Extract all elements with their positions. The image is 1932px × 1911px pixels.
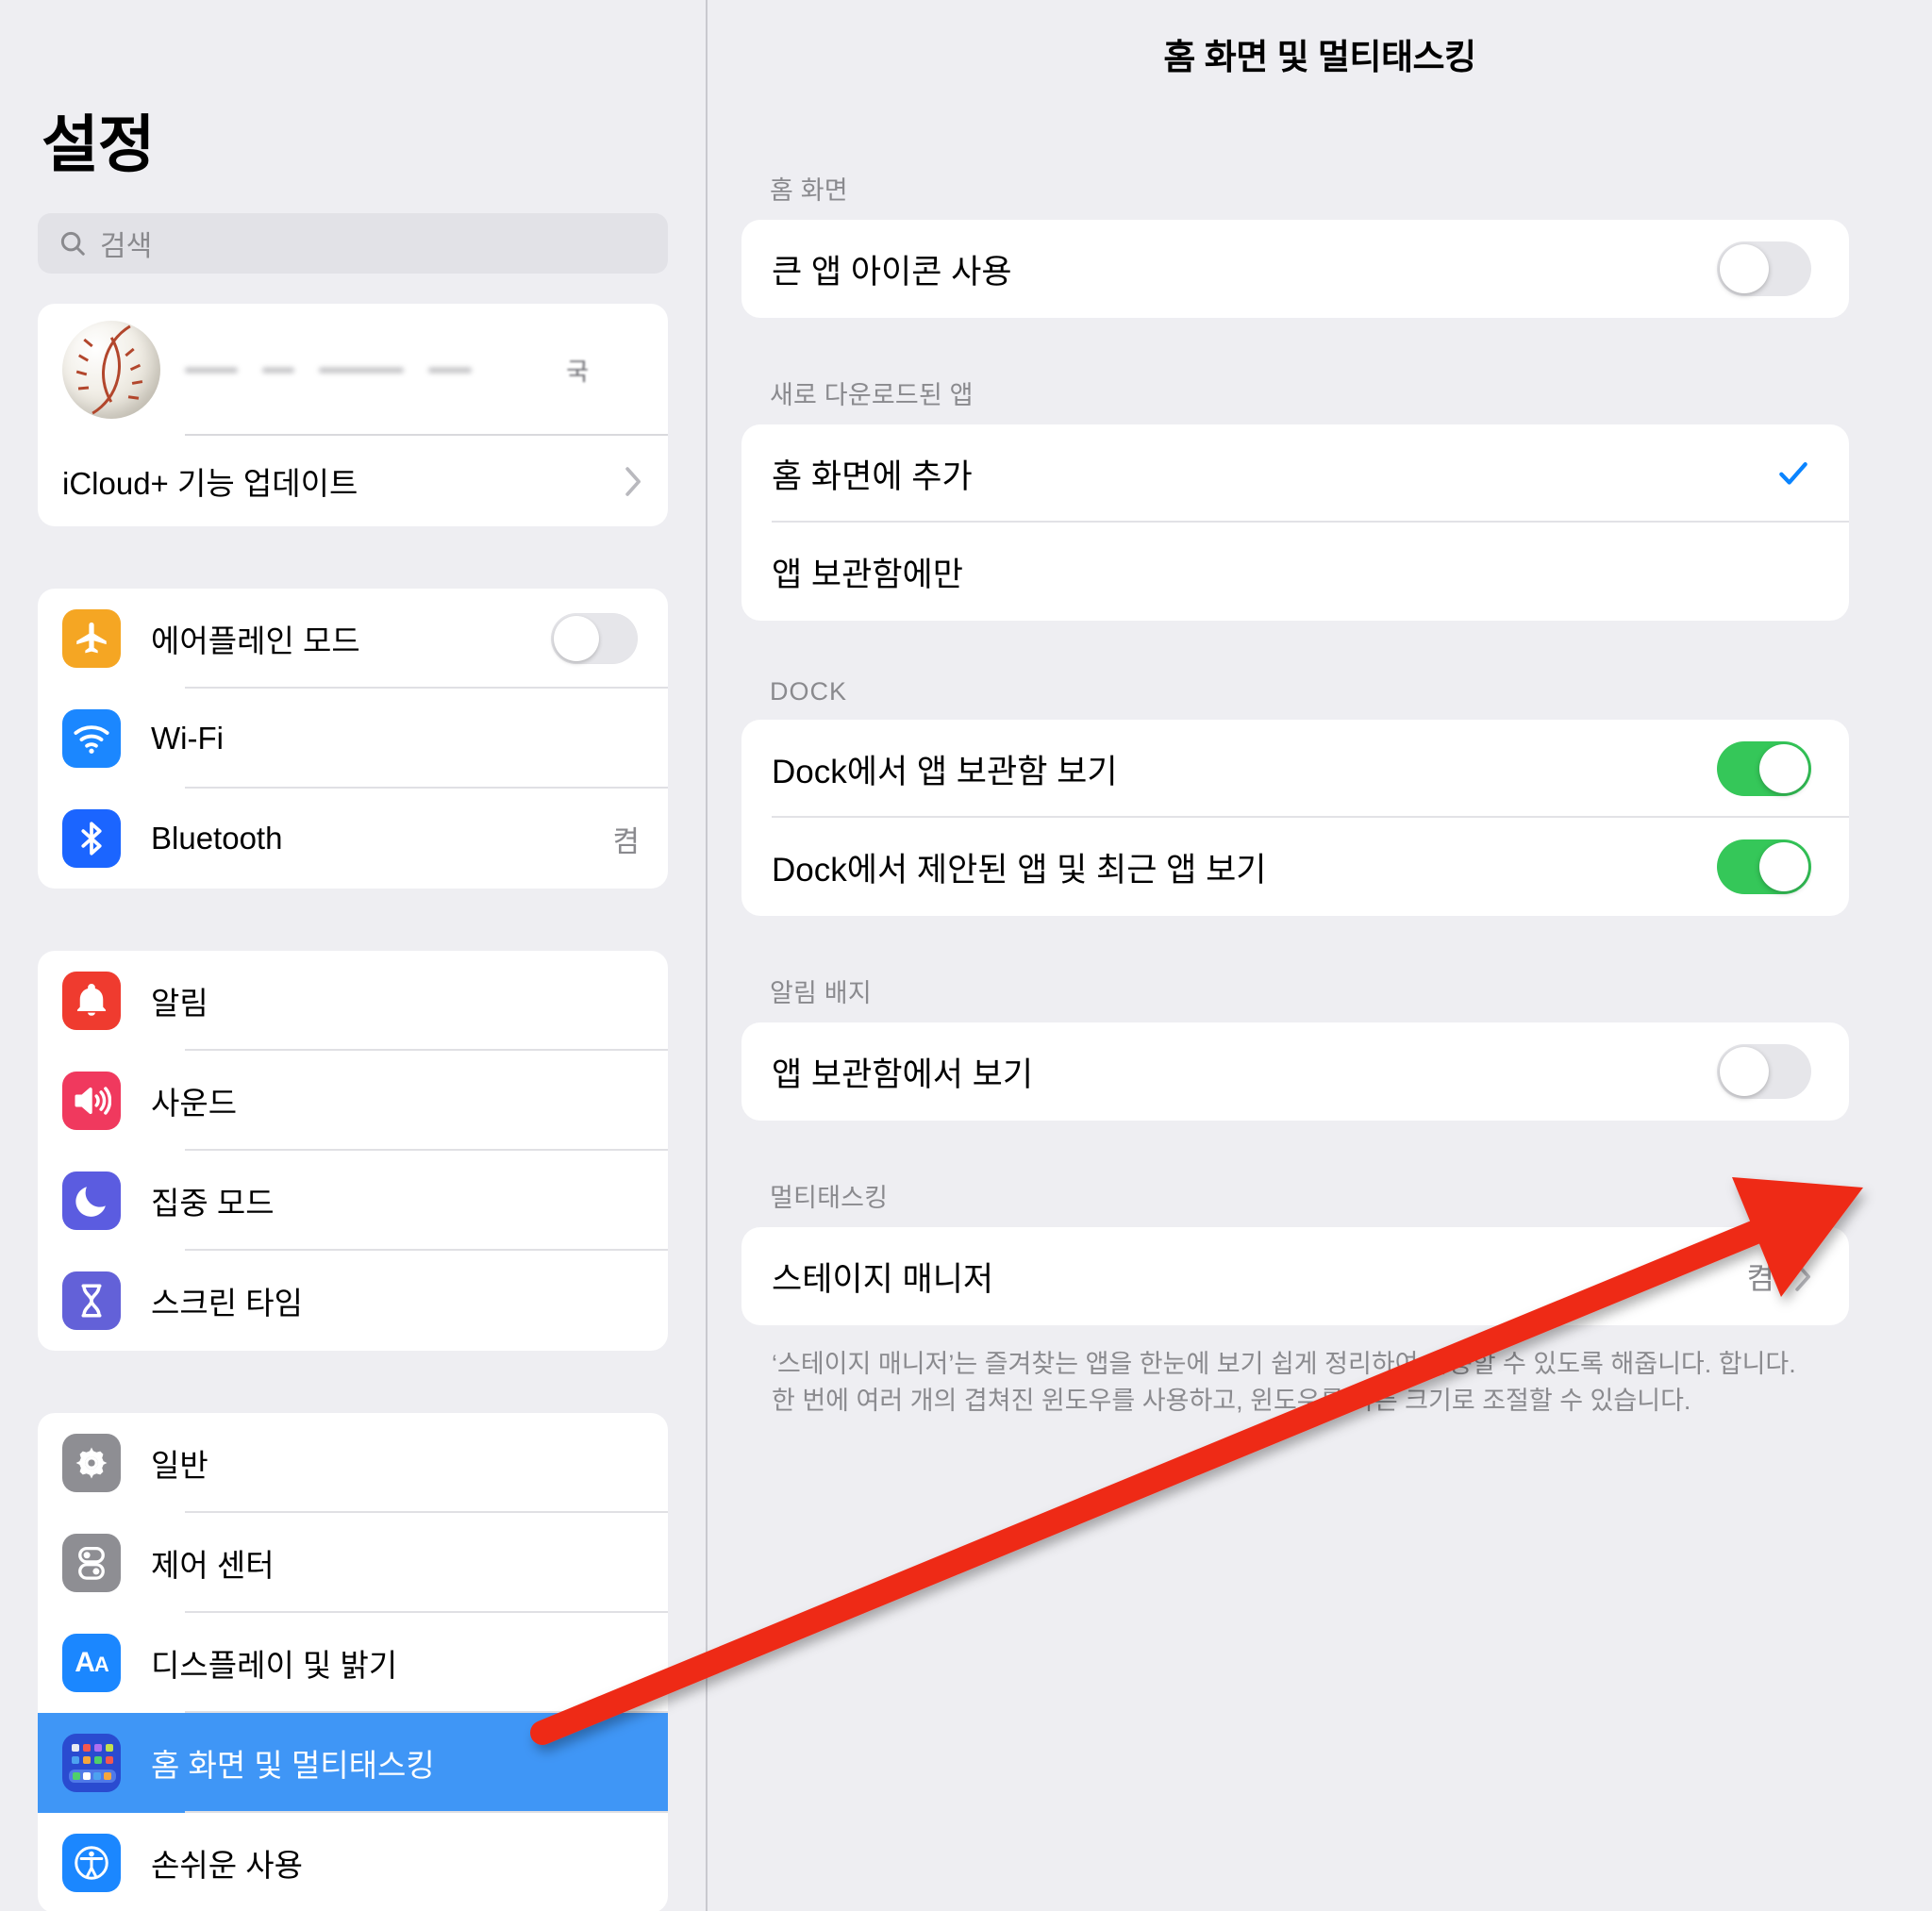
sidebar-item-label: 홈 화면 및 멀티태스킹 [151,1748,435,1783]
sidebar-item-label: 일반 [151,1448,208,1483]
sidebar-item-notifications[interactable]: 알림 [38,951,668,1051]
gear-icon [62,1434,121,1492]
row-label: Dock에서 제안된 앱 및 최근 앱 보기 [772,851,1267,889]
checkmark-icon [1775,456,1811,491]
section-home-screen: 큰 앱 아이콘 사용 [741,220,1849,318]
account-card: 국 iCloud+ 기능 업데이트 [38,304,668,526]
sidebar-item-label: 제어 센터 [151,1548,275,1583]
airplane-mode-toggle[interactable] [551,613,638,664]
airplane-icon [62,609,121,668]
show-app-library-in-dock-toggle[interactable] [1717,741,1811,796]
sidebar-item-sounds[interactable]: 사운드 [38,1051,668,1151]
row-app-library-only[interactable]: 앱 보관함에만 [741,523,1849,621]
sidebar-item-wifi[interactable]: Wi-Fi [38,689,668,789]
sidebar-item-label: 스크린 타임 [151,1286,303,1321]
account-name [160,365,668,374]
display-brightness-icon: AA [62,1634,121,1692]
section-notification-badges: 앱 보관함에서 보기 [741,1022,1849,1121]
row-label: 앱 보관함에만 [772,556,963,593]
sidebar-group-connectivity: 에어플레인 모드 Wi-Fi Bluetooth 켬 [38,589,668,889]
section-new-downloaded-apps: 홈 화면에 추가 앱 보관함에만 [741,424,1849,621]
row-large-app-icons[interactable]: 큰 앱 아이콘 사용 [741,220,1849,318]
sidebar-item-label: Bluetooth [151,821,283,856]
moon-icon [62,1172,121,1230]
settings-window: 설정 검색 국 iCloud+ 기능 업데이트 에어플레인 모드 Wi-Fi B… [0,0,1932,1911]
control-center-icon [62,1534,121,1592]
search-placeholder: 검색 [100,231,153,262]
row-add-to-home-screen[interactable]: 홈 화면에 추가 [741,424,1849,523]
sidebar-item-bluetooth[interactable]: Bluetooth 켬 [38,789,668,889]
row-label: 큰 앱 아이콘 사용 [772,253,1012,291]
large-app-icons-toggle[interactable] [1717,241,1811,296]
stage-manager-status: 켬 [1746,1261,1774,1295]
section-header-dock: DOCK [770,677,848,706]
sidebar-item-label: 사운드 [151,1086,238,1121]
show-badges-in-app-library-toggle[interactable] [1717,1044,1811,1099]
sidebar-item-label: 에어플레인 모드 [151,623,360,658]
bluetooth-status: 켬 [612,824,640,858]
detail-title: 홈 화면 및 멀티태스킹 [1163,38,1476,76]
page-title: 설정 [42,109,155,179]
row-show-in-app-library[interactable]: 앱 보관함에서 보기 [741,1022,1849,1121]
row-label: Dock에서 앱 보관함 보기 [772,753,1118,790]
accessibility-icon [62,1834,121,1892]
account-secondary-text: 국 [566,357,589,386]
sidebar-item-label: 집중 모드 [151,1186,275,1221]
icloud-update-label: iCloud+ 기능 업데이트 [62,466,358,501]
sidebar-item-label: 알림 [151,986,208,1021]
sidebar-item-accessibility[interactable]: 손쉬운 사용 [38,1813,668,1911]
speaker-icon [62,1072,121,1130]
sidebar-item-focus[interactable]: 집중 모드 [38,1151,668,1251]
sidebar-group-system: 일반 제어 센터 AA 디스플레이 및 밝기 홈 화면 및 멀티태스킹 손쉬운 … [38,1413,668,1911]
row-label: 홈 화면에 추가 [772,457,973,495]
bluetooth-icon [62,809,121,868]
sidebar-item-airplane-mode[interactable]: 에어플레인 모드 [38,589,668,689]
row-stage-manager[interactable]: 스테이지 매니저 켬 [741,1227,1849,1325]
section-header-home-screen: 홈 화면 [770,176,848,205]
sidebar-item-icloud-update[interactable]: iCloud+ 기능 업데이트 [38,436,668,526]
search-input[interactable]: 검색 [38,213,668,274]
sidebar-item-display-brightness[interactable]: AA 디스플레이 및 밝기 [38,1613,668,1713]
row-label: 스테이지 매니저 [772,1260,994,1298]
section-header-new-apps: 새로 다운로드된 앱 [770,381,974,409]
section-multitasking: 스테이지 매니저 켬 [741,1227,1849,1325]
row-show-app-library-in-dock[interactable]: Dock에서 앱 보관함 보기 [741,720,1849,818]
sidebar-item-home-screen-multitasking[interactable]: 홈 화면 및 멀티태스킹 [38,1713,668,1813]
chevron-right-icon [1795,1262,1811,1291]
wifi-icon [62,709,121,768]
section-header-notification-badges: 알림 배지 [770,979,872,1007]
sidebar-item-label: 디스플레이 및 밝기 [151,1648,398,1683]
sidebar-group-notifications: 알림 사운드 집중 모드 스크린 타임 [38,951,668,1351]
stage-manager-description: ‘스테이지 매니저’는 즐겨찾는 앱을 한눈에 보기 쉽게 정리하여 사용할 수… [772,1350,1796,1416]
sidebar-item-general[interactable]: 일반 [38,1413,668,1513]
section-header-multitasking: 멀티태스킹 [770,1184,889,1212]
chevron-right-icon [625,467,641,496]
settings-sidebar: 설정 검색 국 iCloud+ 기능 업데이트 에어플레인 모드 Wi-Fi B… [0,0,708,1911]
bell-icon [62,972,121,1030]
apple-account-row[interactable]: 국 [38,304,668,436]
hourglass-icon [62,1271,121,1330]
home-screen-icon [62,1734,121,1792]
sidebar-item-control-center[interactable]: 제어 센터 [38,1513,668,1613]
sidebar-item-label: Wi-Fi [151,721,224,756]
row-show-suggested-recent-apps-in-dock[interactable]: Dock에서 제안된 앱 및 최근 앱 보기 [741,818,1849,916]
show-suggested-recent-apps-toggle[interactable] [1717,839,1811,894]
search-icon [58,229,87,258]
row-label: 앱 보관함에서 보기 [772,1055,1034,1093]
sidebar-item-screen-time[interactable]: 스크린 타임 [38,1251,668,1351]
detail-pane: 홈 화면 및 멀티태스킹 홈 화면 큰 앱 아이콘 사용 새로 다운로드된 앱 … [708,0,1932,1911]
sidebar-item-label: 손쉬운 사용 [151,1848,303,1883]
avatar [62,321,160,419]
section-dock: Dock에서 앱 보관함 보기 Dock에서 제안된 앱 및 최근 앱 보기 [741,720,1849,916]
